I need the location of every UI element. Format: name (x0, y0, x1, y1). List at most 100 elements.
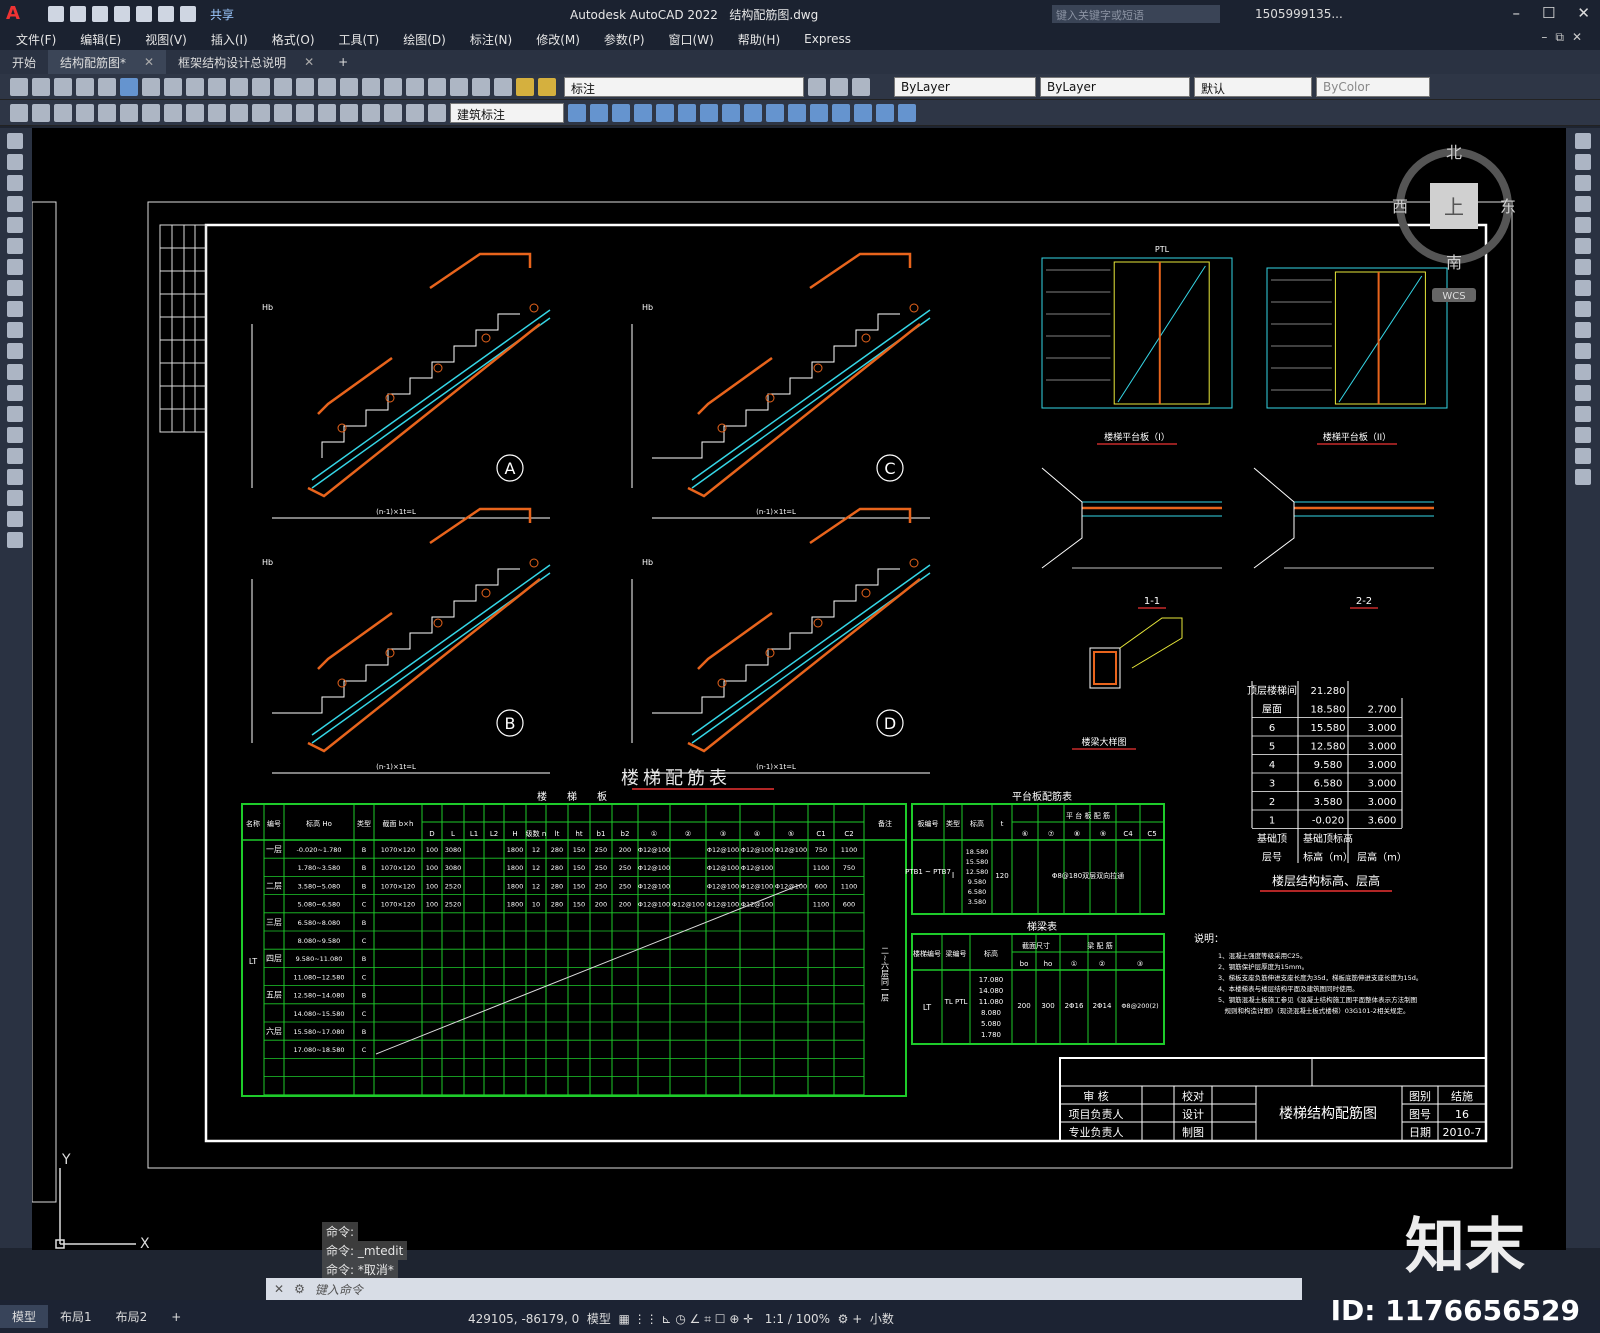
model-space-toggle[interactable]: 模型 (587, 1312, 611, 1326)
new-icon[interactable] (48, 6, 64, 22)
tab-general-notes[interactable]: 框架结构设计总说明 ✕ (166, 50, 326, 74)
open-icon[interactable] (32, 77, 50, 96)
dim-diameter-icon[interactable] (142, 103, 160, 122)
make-block-icon[interactable] (7, 385, 23, 401)
offset-icon[interactable] (634, 103, 652, 122)
rotate-icon[interactable] (700, 103, 718, 122)
ellipse-icon[interactable] (7, 322, 23, 338)
match-icon[interactable] (208, 77, 226, 96)
menu-item-9[interactable]: 参数(P) (604, 31, 645, 48)
tab-model[interactable]: 模型 (0, 1305, 49, 1328)
ellipse-arc-icon[interactable] (7, 343, 23, 359)
array-icon[interactable] (1575, 217, 1591, 233)
dim-ordinate-icon[interactable] (76, 103, 94, 122)
linetype-dropdown[interactable]: ByLayer (1040, 76, 1190, 97)
copy-icon[interactable] (1575, 154, 1591, 170)
point-icon[interactable] (7, 406, 23, 422)
dim-aligned-icon[interactable] (32, 103, 50, 122)
user-account[interactable]: 1505999135... (1255, 7, 1343, 21)
tool-palette-icon[interactable] (384, 77, 402, 96)
dim-radius-icon[interactable] (98, 103, 116, 122)
trim-icon[interactable] (766, 103, 784, 122)
break-icon[interactable] (810, 103, 828, 122)
close-icon[interactable]: ✕ (1577, 4, 1590, 22)
open-icon[interactable] (70, 6, 86, 22)
mdi-controls[interactable]: –⧉✕ (1541, 30, 1590, 45)
line-icon[interactable] (7, 133, 23, 149)
gradient-icon[interactable] (7, 448, 23, 464)
layer-dropdown[interactable]: 标注 (564, 76, 804, 97)
new-tab-button[interactable]: + (326, 50, 360, 74)
chamfer-icon[interactable] (854, 103, 872, 122)
add-selected-icon[interactable] (7, 532, 23, 548)
revcloud-icon[interactable] (7, 280, 23, 296)
polyline-icon[interactable] (7, 175, 23, 191)
preview-icon[interactable] (98, 77, 116, 96)
plot-icon[interactable] (136, 6, 152, 22)
tolerance-icon[interactable] (296, 103, 314, 122)
inspect-icon[interactable] (340, 103, 358, 122)
dimstyle-dropdown[interactable]: 建筑标注 (450, 102, 564, 123)
insert-block-icon[interactable] (7, 364, 23, 380)
spline-icon[interactable] (7, 301, 23, 317)
mirror-icon[interactable] (1575, 175, 1591, 191)
arc-icon[interactable] (7, 238, 23, 254)
annotation-scale[interactable]: 1:1 / 100% (765, 1312, 830, 1326)
erase-icon[interactable] (1575, 133, 1591, 149)
join-icon[interactable] (1575, 385, 1591, 401)
move-icon[interactable] (1575, 238, 1591, 254)
menu-item-3[interactable]: 插入(I) (211, 31, 248, 48)
menu-item-10[interactable]: 窗口(W) (669, 31, 714, 48)
menu-item-0[interactable]: 文件(F) (16, 31, 56, 48)
scale-icon[interactable] (722, 103, 740, 122)
viewcube[interactable]: 上 北 南 东 西 WCS (1392, 143, 1516, 302)
move-icon[interactable] (678, 103, 696, 122)
fillet-icon[interactable] (876, 103, 894, 122)
explode-icon[interactable] (1575, 469, 1591, 485)
dim-angular-icon[interactable] (164, 103, 182, 122)
tab-layout1[interactable]: 布局1 (48, 1305, 104, 1328)
compass-west[interactable]: 西 (1392, 197, 1408, 216)
plotstyle-dropdown[interactable]: ByColor (1316, 76, 1430, 97)
polygon-icon[interactable] (7, 196, 23, 212)
color-dropdown[interactable]: ByLayer (894, 76, 1036, 97)
viewcube-top[interactable]: 上 (1444, 195, 1464, 219)
print-icon[interactable] (76, 77, 94, 96)
redo-icon[interactable] (252, 77, 270, 96)
undo-icon[interactable] (230, 77, 248, 96)
new-icon[interactable] (10, 77, 28, 96)
menu-item-7[interactable]: 标注(N) (470, 31, 512, 48)
compass-north[interactable]: 北 (1446, 143, 1462, 162)
paste-icon[interactable] (186, 77, 204, 96)
sheet-set-icon[interactable] (406, 77, 424, 96)
maximize-icon[interactable]: ☐ (1542, 4, 1555, 22)
region-icon[interactable] (7, 469, 23, 485)
fillet-icon[interactable] (1575, 427, 1591, 443)
units-display[interactable]: 小数 (870, 1312, 894, 1326)
close-cmd-icon[interactable]: ✕ (274, 1282, 284, 1296)
make-current-icon[interactable] (808, 77, 826, 96)
dim-linear-icon[interactable] (10, 103, 28, 122)
autocad-logo-icon[interactable]: A (6, 3, 28, 25)
menu-item-8[interactable]: 修改(M) (536, 31, 580, 48)
menu-item-6[interactable]: 绘图(D) (403, 31, 446, 48)
compass-south[interactable]: 南 (1446, 253, 1462, 272)
publish-icon[interactable] (120, 77, 138, 96)
save-icon[interactable] (92, 6, 108, 22)
compass-east[interactable]: 东 (1500, 197, 1516, 216)
jogged-linear-icon[interactable] (362, 103, 380, 122)
quick-dim-icon[interactable] (186, 103, 204, 122)
dim-text-edit-icon[interactable] (406, 103, 424, 122)
design-center-icon[interactable] (362, 77, 380, 96)
command-input[interactable]: 键入命令 (315, 1281, 363, 1298)
menu-item-11[interactable]: 帮助(H) (738, 31, 780, 48)
search-input[interactable]: 键入关键字或短语 (1052, 5, 1220, 23)
wcs-label[interactable]: WCS (1442, 291, 1465, 302)
tab-start[interactable]: 开始 (0, 50, 48, 74)
close-tab-icon[interactable]: ✕ (144, 55, 154, 69)
close-tab-icon[interactable]: ✕ (304, 55, 314, 69)
properties-icon[interactable] (340, 77, 358, 96)
layer-previous-icon[interactable] (830, 77, 848, 96)
blend-icon[interactable] (1575, 448, 1591, 464)
chamfer-icon[interactable] (1575, 406, 1591, 422)
